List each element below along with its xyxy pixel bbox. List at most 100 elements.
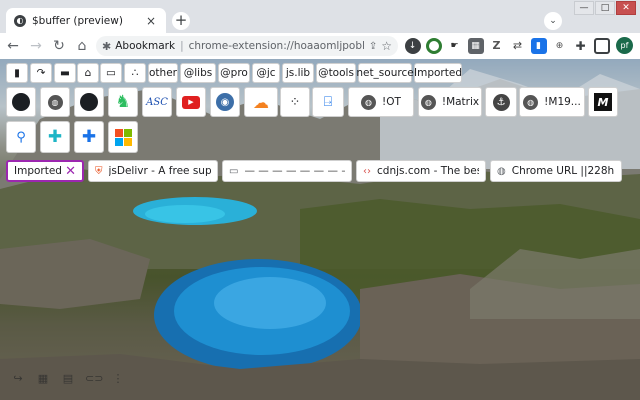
- address-bar[interactable]: ✱ Abookmark | chrome-extension://hoaaoml…: [96, 36, 398, 56]
- bookmark-folder-tools[interactable]: @tools: [316, 63, 356, 83]
- link-icon[interactable]: ⊂⊃: [85, 372, 103, 386]
- bookmark-icon: ▮: [14, 67, 20, 79]
- bookmark-anchor[interactable]: ⚓: [485, 87, 517, 117]
- home-icon: ⌂: [84, 67, 92, 79]
- download-ext-icon[interactable]: ↓: [404, 37, 421, 54]
- side-panel-icon[interactable]: [593, 37, 610, 54]
- shield-icon: ⛨: [95, 165, 103, 177]
- bookmark-asc[interactable]: ASC: [142, 87, 172, 117]
- bookmark-github-2[interactable]: [74, 87, 104, 117]
- dots-icon: ∴: [131, 67, 139, 79]
- redo-button[interactable]: ↷: [30, 63, 52, 83]
- tab-folder[interactable]: ▭ — — — — — — — — — — — — — —: [222, 160, 352, 182]
- zoom-ext-icon[interactable]: ⊕: [551, 37, 568, 54]
- reload-icon[interactable]: ↻: [49, 36, 69, 56]
- address-url: chrome-extension://hoaaomljpobloifbnjl..…: [188, 40, 365, 52]
- code-icon: ‹›: [363, 165, 371, 177]
- extensions-area: ↓ ☛ ▦ Z ⇄ ▮ ⊕ ✚ pf ⋮: [402, 37, 640, 54]
- bookmark-windows[interactable]: [108, 121, 138, 153]
- youtube-icon: ▶: [182, 95, 200, 109]
- bookmark-label: !Matrix: [441, 96, 480, 108]
- tab-cdnjs[interactable]: ‹› cdnjs.com - The best F...: [356, 160, 486, 182]
- bookmark-search[interactable]: ⚲: [6, 121, 36, 153]
- bookmark-folder-imported[interactable]: Imported: [414, 63, 462, 83]
- minimize-button[interactable]: —: [574, 1, 594, 15]
- tab-strip: ◐ $buffer (preview) × + ⌄ — □ ✕: [0, 0, 640, 33]
- bookmark-evernote[interactable]: ♞: [108, 87, 138, 117]
- globe-icon: ◍: [361, 94, 377, 110]
- bookmark-folder-net-source[interactable]: net_source: [356, 63, 414, 83]
- forward-icon[interactable]: ↪: [10, 372, 26, 386]
- window-controls: — □ ✕: [573, 1, 636, 15]
- bookmark-label: !M19...: [544, 96, 581, 108]
- bookmark-folder-jc[interactable]: @jc: [252, 63, 280, 83]
- home-icon[interactable]: ⌂: [72, 36, 92, 56]
- tab-label: Imported: [14, 165, 62, 177]
- bookmark-nodes[interactable]: ⁘: [280, 87, 310, 117]
- pointer-ext-icon[interactable]: ☛: [446, 37, 463, 54]
- redo-icon: ↷: [36, 67, 46, 79]
- tab-jsdelivr[interactable]: ⛨ jsDelivr - A free super-f...: [88, 160, 218, 182]
- chart-ext-icon[interactable]: ▮: [530, 37, 547, 54]
- bookmark-folder-pro[interactable]: @pro: [218, 63, 250, 83]
- puzzle-icon[interactable]: ✚: [572, 37, 589, 54]
- bookmark-puzzle-blue[interactable]: ✚: [74, 121, 104, 153]
- search-icon: ⚲: [16, 129, 26, 145]
- bookmark-globe-1[interactable]: ◍: [40, 87, 70, 117]
- window-icon: ▭: [106, 67, 116, 79]
- maximize-button[interactable]: □: [595, 1, 615, 15]
- bookmark-folder-jslib[interactable]: js.lib: [282, 63, 314, 83]
- home-button[interactable]: ⌂: [77, 63, 99, 83]
- new-tab-page: ▮ ↷ ▬ ⌂ ▭ ∴ other @libs @pro @jc js.lib …: [0, 59, 640, 400]
- bookmark-m-logo[interactable]: M: [588, 87, 618, 117]
- bookmark-m19[interactable]: ◍ !M19...: [519, 87, 585, 117]
- bookmark-button[interactable]: ▮: [6, 63, 28, 83]
- new-tab-button[interactable]: +: [172, 12, 190, 30]
- trash-icon: ▬: [60, 67, 70, 79]
- bookmark-folder-other[interactable]: other: [148, 63, 178, 83]
- window-button[interactable]: ▭: [100, 63, 122, 83]
- grid-ext-icon[interactable]: ▦: [467, 37, 484, 54]
- dots-button[interactable]: ∴: [124, 63, 146, 83]
- calendar-icon[interactable]: ▦: [35, 372, 51, 386]
- address-site: Abookmark: [115, 40, 176, 52]
- tab-label: cdnjs.com - The best F...: [377, 165, 479, 177]
- bookmark-label: !OT: [382, 96, 401, 108]
- bookmark-iot[interactable]: ◍ !OT: [348, 87, 414, 117]
- address-separator: |: [180, 40, 184, 52]
- extension-icon: ✱: [102, 39, 112, 53]
- globe-icon: ◍: [47, 94, 63, 110]
- browser-tab[interactable]: ◐ $buffer (preview) ×: [6, 8, 166, 33]
- avatar[interactable]: pf: [616, 37, 633, 54]
- cloudflare-icon: ☁: [253, 92, 269, 112]
- more-icon[interactable]: ⋮: [110, 372, 126, 386]
- tab-chrome-url[interactable]: ◍ Chrome URL ||228h| ||...: [490, 160, 622, 182]
- tab-label: — — — — — — — — — — — — — —: [244, 165, 345, 177]
- tab-imported[interactable]: Imported ✕: [6, 160, 84, 182]
- close-icon[interactable]: ×: [144, 14, 158, 28]
- share-icon[interactable]: ⇪: [369, 41, 377, 52]
- bookmark-door[interactable]: ⍈: [312, 87, 344, 117]
- close-icon[interactable]: ✕: [65, 164, 76, 179]
- bookmark-github-1[interactable]: [6, 87, 36, 117]
- bookmark-youtube[interactable]: ▶: [176, 87, 206, 117]
- bookmark-matrix[interactable]: ◍ !Matrix: [418, 87, 482, 117]
- feed-icon: ◉: [216, 93, 234, 111]
- bookmark-folder-libs[interactable]: @libs: [180, 63, 216, 83]
- back-icon[interactable]: ←: [3, 36, 23, 56]
- z-ext-icon[interactable]: Z: [488, 37, 505, 54]
- bookmark-puzzle-teal[interactable]: ✚: [40, 121, 70, 153]
- green-circle-ext-icon[interactable]: [425, 37, 442, 54]
- star-icon[interactable]: ☆: [381, 39, 392, 53]
- close-window-button[interactable]: ✕: [616, 1, 636, 15]
- browser-toolbar: ← → ↻ ⌂ ✱ Abookmark | chrome-extension:/…: [0, 33, 640, 59]
- sync-ext-icon[interactable]: ⇄: [509, 37, 526, 54]
- chevron-down-icon[interactable]: ⌄: [544, 12, 562, 30]
- bookmark-feed[interactable]: ◉: [210, 87, 240, 117]
- notes-icon[interactable]: ▤: [60, 372, 76, 386]
- trash-button[interactable]: ▬: [54, 63, 76, 83]
- bookmark-cloudflare[interactable]: ☁: [244, 87, 278, 117]
- buffer-icon: ◐: [14, 14, 26, 27]
- forward-icon[interactable]: →: [26, 36, 46, 56]
- tab-title: $buffer (preview): [32, 14, 123, 27]
